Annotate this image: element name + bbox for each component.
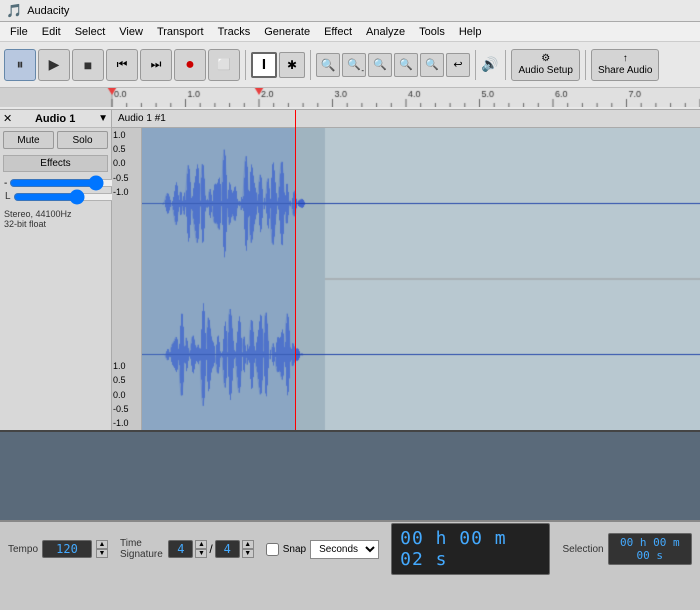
multi-tool-button[interactable]: ✱ (279, 52, 305, 78)
share-audio-button[interactable]: ↑ Share Audio (591, 49, 660, 81)
overdub-button[interactable]: ⬜ (208, 49, 240, 81)
share-label: Share Audio (598, 65, 653, 76)
title-bar: 🎵 Audacity (0, 0, 700, 22)
track-number-label: Audio 1 #1 (118, 113, 166, 124)
snap-select[interactable]: Seconds (310, 540, 379, 559)
zoom-sel-button[interactable]: 🔍 (368, 53, 392, 77)
track-name-label: Audio 1 (35, 113, 75, 125)
pan-row: L R (0, 191, 111, 203)
solo-button[interactable]: Solo (57, 131, 108, 149)
track-header: ✕ Audio 1 ▼ (0, 110, 111, 128)
skip-fwd-button[interactable]: ⏭ (140, 49, 172, 81)
time-sig-group: Time Signature 4 ▲ ▼ / 4 ▲ ▼ (120, 538, 254, 560)
effects-button[interactable]: Effects (3, 155, 108, 172)
stop-button[interactable]: ■ (72, 49, 104, 81)
time-sig-num[interactable]: 4 (168, 540, 193, 558)
tempo-value[interactable]: 120 (42, 540, 92, 558)
tempo-group: Tempo 120 ▲ ▼ (8, 540, 108, 558)
selection-tool-button[interactable]: I (251, 52, 277, 78)
track-sample-rate: Stereo, 44100Hz (4, 209, 107, 219)
track-area: ✕ Audio 1 ▼ Mute Solo Effects - + L R St… (0, 110, 700, 430)
track-canvas-area[interactable]: Audio 1 #1 1.0 0.5 0.0 -0.5 -1.0 1.0 0.5… (112, 110, 700, 430)
track-close-button[interactable]: ✕ (3, 112, 12, 125)
tempo-spinner: ▲ ▼ (96, 540, 108, 558)
pause-button[interactable]: ⏸ (4, 49, 36, 81)
ruler-canvas (0, 88, 700, 107)
menu-edit[interactable]: Edit (36, 25, 67, 39)
selection-value: 00 h 00 m 00 s (608, 533, 692, 565)
zoom-tog-button[interactable]: 🔍 (420, 53, 444, 77)
timeline-ruler (0, 88, 700, 110)
volume-icon: 🔊 (481, 56, 498, 73)
bottom-transport-area (0, 430, 700, 520)
track-dropdown-button[interactable]: ▼ (98, 113, 108, 124)
app-icon: 🎵 (6, 3, 22, 19)
menu-generate[interactable]: Generate (258, 25, 316, 39)
selection-group: Selection 00 h 00 m 00 s (562, 533, 692, 565)
time-sig-controls: 4 ▲ ▼ / 4 ▲ ▼ (168, 540, 253, 558)
menu-help[interactable]: Help (453, 25, 488, 39)
status-bar: Tempo 120 ▲ ▼ Time Signature 4 ▲ ▼ / 4 ▲… (0, 520, 700, 576)
toolbar-sep-2 (310, 50, 311, 80)
menu-transport[interactable]: Transport (151, 25, 210, 39)
audio-setup-button[interactable]: ⚙ Audio Setup (511, 49, 580, 81)
selection-label: Selection (562, 544, 603, 555)
menu-tools[interactable]: Tools (413, 25, 451, 39)
time-sig-den-spinner: ▲ ▼ (242, 540, 254, 558)
zoom-fit-button[interactable]: 🔍 (394, 53, 418, 77)
zoom-in-button[interactable]: 🔍 (316, 53, 340, 77)
menu-effect[interactable]: Effect (318, 25, 358, 39)
time-sig-num-spinner: ▲ ▼ (195, 540, 207, 558)
time-sig-num-up[interactable]: ▲ (195, 540, 207, 549)
record-button[interactable]: ● (174, 49, 206, 81)
toolbar-sep-1 (245, 50, 246, 80)
mute-button[interactable]: Mute (3, 131, 54, 149)
track-mute-solo-row: Mute Solo (0, 128, 111, 152)
tempo-down[interactable]: ▼ (96, 549, 108, 558)
menu-file[interactable]: File (4, 25, 34, 39)
time-sig-den-up[interactable]: ▲ (242, 540, 254, 549)
time-sig-num-down[interactable]: ▼ (195, 549, 207, 558)
menu-bar: File Edit Select View Transport Tracks G… (0, 22, 700, 42)
scale-panel: 1.0 0.5 0.0 -0.5 -1.0 1.0 0.5 0.0 -0.5 -… (112, 128, 142, 430)
zoom-out-button[interactable]: 🔍- (342, 53, 366, 77)
volume-minus-label: - (4, 178, 7, 189)
menu-view[interactable]: View (113, 25, 149, 39)
tempo-up[interactable]: ▲ (96, 540, 108, 549)
pan-left-label: L (5, 191, 11, 203)
snap-checkbox[interactable] (266, 543, 279, 556)
playhead (295, 110, 296, 430)
audio-setup-label: Audio Setup (518, 65, 573, 76)
snap-group: Snap Seconds (266, 540, 379, 559)
share-icon: ↑ (623, 53, 628, 64)
track-label-bar: Audio 1 #1 (112, 110, 700, 128)
time-sig-label: Time Signature (120, 538, 164, 560)
menu-tracks[interactable]: Tracks (212, 25, 257, 39)
app-title: Audacity (27, 5, 69, 17)
time-sig-den-down[interactable]: ▼ (242, 549, 254, 558)
toolbar-sep-5 (585, 50, 586, 80)
toolbar-sep-3 (475, 50, 476, 80)
menu-analyze[interactable]: Analyze (360, 25, 411, 39)
snap-label[interactable]: Snap (283, 544, 306, 555)
time-sig-den[interactable]: 4 (215, 540, 240, 558)
track-bit-depth: 32-bit float (4, 219, 107, 229)
time-display: 00 h 00 m 02 s (391, 523, 550, 575)
skip-back-button[interactable]: ⏮ (106, 49, 138, 81)
track-control-panel: ✕ Audio 1 ▼ Mute Solo Effects - + L R St… (0, 110, 112, 430)
zoom-undo-button[interactable]: ↩ (446, 53, 470, 77)
play-button[interactable]: ▶ (38, 49, 70, 81)
tempo-label: Tempo (8, 544, 38, 555)
toolbar-sep-4 (505, 50, 506, 80)
track-info: Stereo, 44100Hz 32-bit float (0, 207, 111, 231)
menu-select[interactable]: Select (69, 25, 112, 39)
toolbar: ⏸ ▶ ■ ⏮ ⏭ ● ⬜ I ✱ 🔍 🔍- 🔍 🔍 🔍 ↩ 🔊 ⚙ Audio… (0, 42, 700, 88)
audio-setup-icon: ⚙ (541, 53, 550, 64)
